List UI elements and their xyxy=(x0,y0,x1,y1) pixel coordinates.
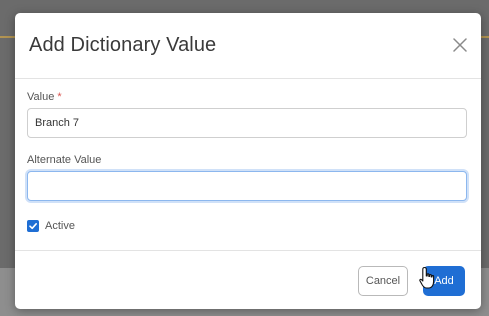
value-label-text: Value xyxy=(27,91,55,103)
dialog-footer: Cancel Add xyxy=(15,250,481,309)
close-button[interactable] xyxy=(447,32,473,58)
alternate-value-label: Alternate Value xyxy=(27,154,102,166)
close-icon xyxy=(453,38,467,52)
alternate-value-input[interactable] xyxy=(27,171,467,201)
dialog-header: Add Dictionary Value xyxy=(15,13,481,79)
required-marker: * xyxy=(57,91,62,103)
dialog-title: Add Dictionary Value xyxy=(29,34,217,56)
value-field-label: Value * xyxy=(27,91,62,103)
add-dictionary-value-dialog: Add Dictionary Value Value * Alternate V… xyxy=(15,13,481,309)
value-input[interactable] xyxy=(27,108,467,138)
add-button[interactable]: Add xyxy=(423,266,465,296)
active-label: Active xyxy=(45,220,75,232)
cancel-button[interactable]: Cancel xyxy=(358,266,408,296)
checkmark-icon xyxy=(29,223,37,230)
active-checkbox[interactable] xyxy=(27,220,39,232)
active-checkbox-row[interactable]: Active xyxy=(27,219,75,233)
